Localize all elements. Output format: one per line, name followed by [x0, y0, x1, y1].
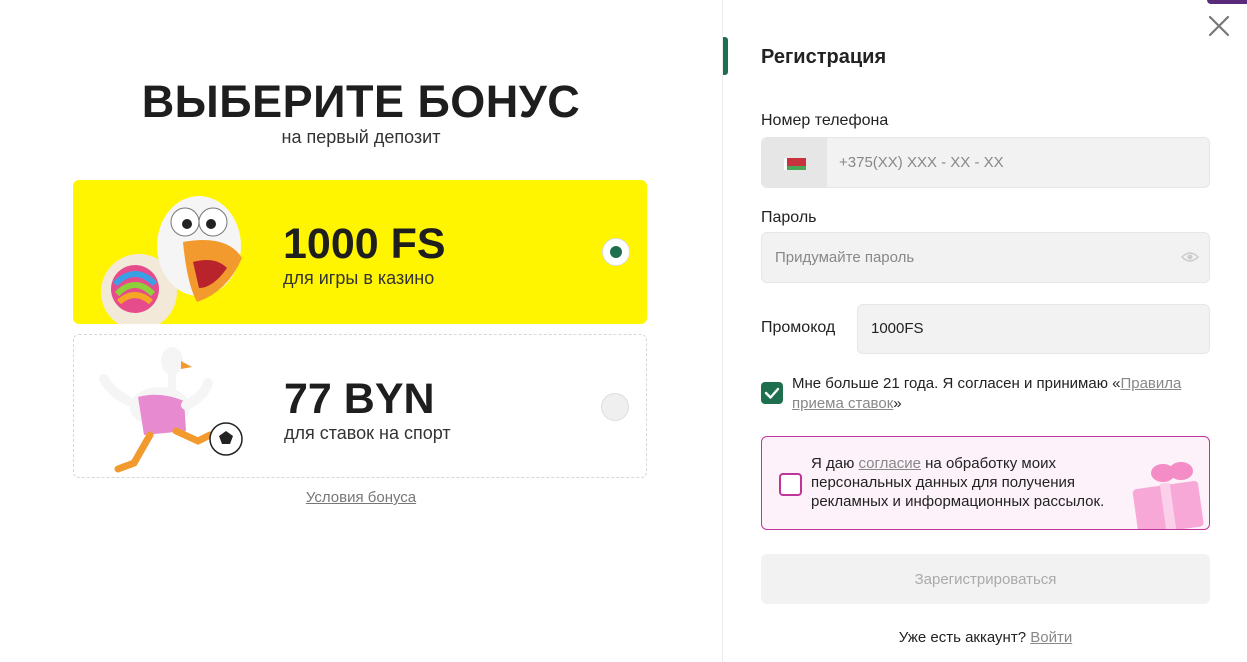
goose-football-illustration [99, 347, 243, 473]
bonus-radio-selected[interactable] [602, 238, 630, 266]
age-consent-text-end: » [893, 395, 902, 412]
checkmark-icon [764, 387, 780, 399]
password-placeholder: Придумайте пароль [775, 249, 915, 266]
login-link[interactable]: Войти [1030, 629, 1072, 646]
marketing-consent-text-start: Я даю [811, 455, 859, 472]
bonus-amount: 77 BYN [284, 375, 435, 423]
phone-label: Номер телефона [761, 112, 889, 129]
gift-box-icon [1132, 462, 1204, 529]
password-label: Пароль [761, 209, 817, 226]
login-prompt-text: Уже есть аккаунт? [898, 629, 1027, 646]
eye-icon[interactable] [1181, 250, 1199, 264]
bonus-panel: ВЫБЕРИТЕ БОНУС на первый депозит 1000 FS… [0, 0, 722, 662]
bonus-amount: 1000 FS [283, 220, 446, 268]
age-consent-text: Мне больше 21 года. Я согласен и принима… [792, 374, 1202, 414]
bonus-option-casino[interactable]: 1000 FS для игры в казино [73, 180, 647, 324]
belarus-flag-icon [784, 158, 806, 170]
consent-link[interactable]: согласие [859, 455, 921, 472]
bonus-headline: ВЫБЕРИТЕ БОНУС [141, 76, 581, 127]
promo-value: 1000FS [871, 320, 924, 337]
age-consent-checkbox[interactable] [761, 382, 783, 404]
phone-field[interactable]: +375(XX) XXX - XX - XX [761, 137, 1210, 188]
password-field[interactable]: Придумайте пароль [761, 232, 1210, 283]
goose-casino-illustration [101, 196, 242, 324]
window-top-accent [1207, 0, 1247, 4]
promo-label: Промокод [761, 319, 836, 336]
section-marker [723, 37, 728, 75]
close-icon[interactable] [1207, 14, 1231, 38]
registration-title: Регистрация [761, 46, 887, 68]
bonus-radio-unselected[interactable] [601, 393, 629, 421]
age-consent-text-start: Мне больше 21 года. Я согласен и принима… [792, 375, 1121, 392]
bonus-subline: на первый депозит [281, 127, 441, 147]
register-button[interactable]: Зарегистрироваться [761, 554, 1210, 604]
marketing-consent-checkbox[interactable] [779, 473, 802, 496]
bonus-description: для ставок на спорт [284, 423, 451, 443]
promo-field[interactable]: 1000FS [857, 304, 1210, 354]
marketing-consent-text: Я даю согласие на обработку моих персона… [811, 454, 1131, 511]
marketing-consent-box: Я даю согласие на обработку моих персона… [761, 436, 1210, 530]
bonus-option-sport[interactable]: 77 BYN для ставок на спорт [73, 334, 647, 478]
phone-placeholder: +375(XX) XXX - XX - XX [839, 154, 1004, 171]
panel-divider [722, 0, 723, 662]
login-prompt: Уже есть аккаунт? Войти [761, 629, 1210, 646]
bonus-description: для игры в казино [283, 268, 435, 288]
country-selector[interactable] [762, 138, 827, 187]
bonus-terms-link[interactable]: Условия бонуса [0, 489, 722, 506]
